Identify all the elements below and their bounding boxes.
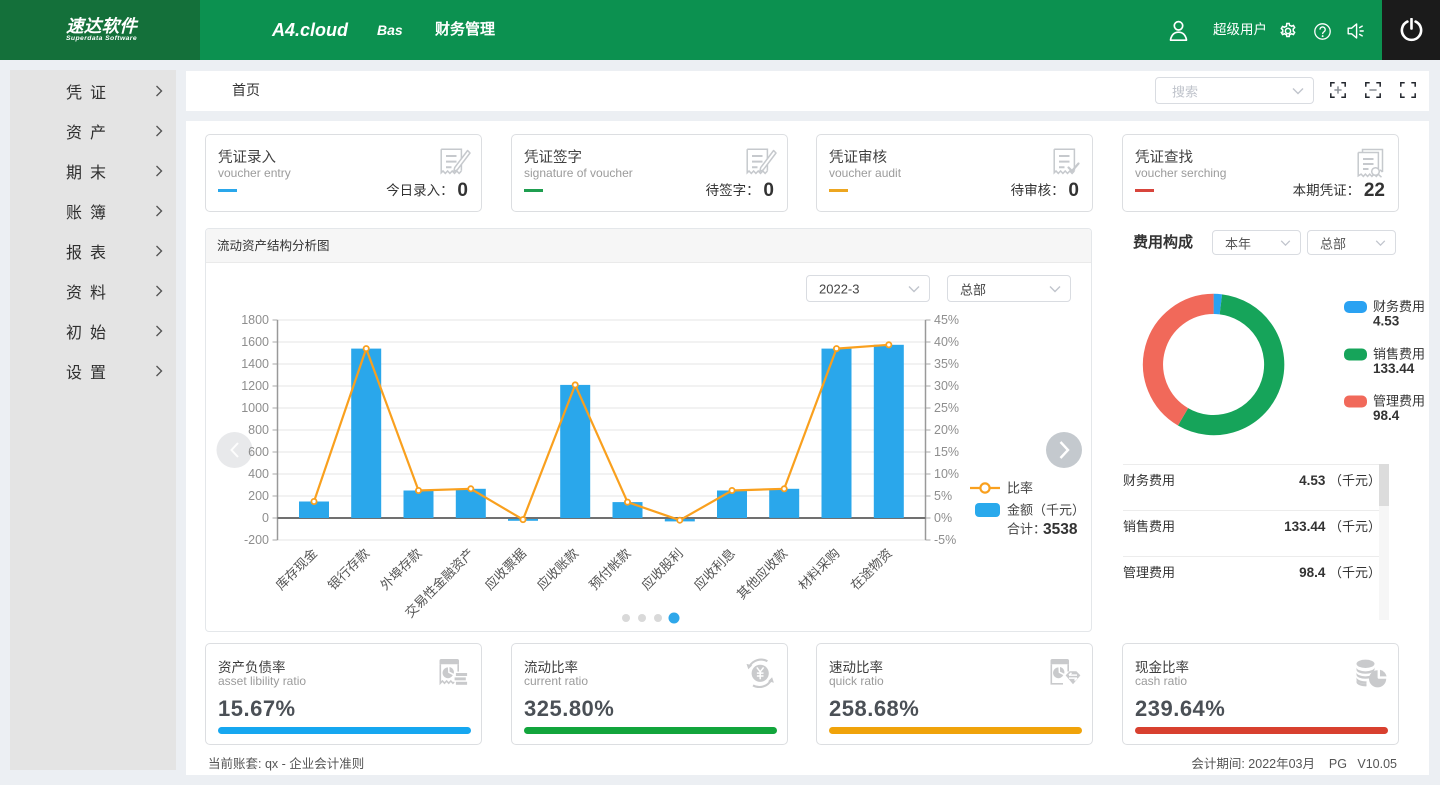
svg-text:-200: -200 <box>244 533 269 547</box>
svg-text:销售费用: 销售费用 <box>1373 347 1425 362</box>
svg-text:0%: 0% <box>934 511 952 525</box>
svg-text:预付帐款: 预付帐款 <box>586 546 633 593</box>
svg-text:98.4: 98.4 <box>1373 408 1400 423</box>
svg-text:400: 400 <box>248 467 269 481</box>
svg-text:1400: 1400 <box>241 357 269 371</box>
svg-text:133.44: 133.44 <box>1373 361 1415 376</box>
svg-text:金额（千元）: 金额（千元） <box>1007 503 1085 518</box>
svg-text:600: 600 <box>248 445 269 459</box>
svg-text:10%: 10% <box>934 467 959 481</box>
svg-text:1800: 1800 <box>241 313 269 327</box>
svg-text:800: 800 <box>248 423 269 437</box>
svg-text:其他应收款: 其他应收款 <box>734 546 791 603</box>
svg-text:35%: 35% <box>934 357 959 371</box>
svg-text:库存现金: 库存现金 <box>273 546 320 593</box>
svg-text:0: 0 <box>262 511 269 525</box>
svg-text:财务费用: 财务费用 <box>1373 299 1425 314</box>
svg-text:管理费用: 管理费用 <box>1373 394 1425 409</box>
svg-text:1600: 1600 <box>241 335 269 349</box>
svg-text:应收利息: 应收利息 <box>691 546 738 593</box>
svg-text:45%: 45% <box>934 313 959 327</box>
svg-text:40%: 40% <box>934 335 959 349</box>
svg-text:-5%: -5% <box>934 533 956 547</box>
svg-text:1000: 1000 <box>241 401 269 415</box>
svg-text:材料采购: 材料采购 <box>795 546 842 593</box>
svg-text:200: 200 <box>248 489 269 503</box>
svg-text:4.53: 4.53 <box>1373 314 1400 329</box>
svg-text:比率: 比率 <box>1007 481 1033 496</box>
svg-text:30%: 30% <box>934 379 959 393</box>
svg-text:合计：: 合计： <box>1007 522 1046 537</box>
svg-text:银行存款: 银行存款 <box>325 546 372 593</box>
svg-text:1200: 1200 <box>241 379 269 393</box>
svg-text:25%: 25% <box>934 401 959 415</box>
svg-text:5%: 5% <box>934 489 952 503</box>
svg-text:应收票据: 应收票据 <box>482 546 529 593</box>
svg-text:应收股利: 应收股利 <box>639 546 686 593</box>
svg-text:15%: 15% <box>934 445 959 459</box>
svg-text:20%: 20% <box>934 423 959 437</box>
svg-text:外埠存款: 外埠存款 <box>377 546 424 593</box>
svg-text:应收账款: 应收账款 <box>534 546 581 593</box>
svg-text:3538: 3538 <box>1043 521 1078 538</box>
svg-text:在途物资: 在途物资 <box>848 546 895 593</box>
